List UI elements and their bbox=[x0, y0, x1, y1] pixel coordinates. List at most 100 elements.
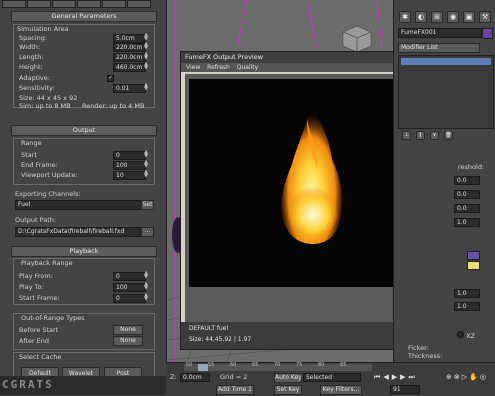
strip-button[interactable] bbox=[77, 0, 101, 8]
color-swatch-yellow[interactable] bbox=[467, 261, 480, 270]
param-field[interactable]: 0.0 bbox=[454, 176, 480, 185]
play-icon[interactable]: ▶ bbox=[392, 373, 400, 381]
auto-key-button[interactable]: Auto Key bbox=[274, 373, 302, 383]
motion-tab-icon[interactable]: ◉ bbox=[447, 11, 459, 23]
before-start-dropdown[interactable]: None bbox=[113, 325, 143, 335]
color-swatch-purple[interactable] bbox=[467, 251, 480, 260]
key-filters-button[interactable]: Key Filters... bbox=[320, 385, 362, 395]
spinner-icon[interactable]: ▲ ▼ bbox=[144, 62, 148, 71]
radio-xz[interactable]: XZ bbox=[457, 331, 475, 340]
object-name-field[interactable]: FumeFX001 bbox=[398, 28, 482, 38]
select-cache-label: Select Cache bbox=[19, 353, 62, 361]
tick-label: 75 bbox=[296, 362, 303, 368]
playback-controls: ⏮◀▶▶⏭ bbox=[374, 373, 418, 382]
spinner-icon[interactable]: ▲ ▼ bbox=[144, 160, 148, 169]
before-start-label: Before Start bbox=[19, 326, 59, 334]
param-field[interactable]: 1.0 bbox=[454, 289, 480, 298]
param-field[interactable]: 0.0 bbox=[454, 204, 480, 213]
spinner-icon[interactable]: ▲ ▼ bbox=[144, 293, 148, 302]
sensitivity-field[interactable]: 0.01 bbox=[113, 84, 146, 93]
spinner-icon[interactable]: ▲ ▼ bbox=[144, 52, 148, 61]
remove-modifier-icon[interactable]: 🗑 bbox=[444, 131, 453, 140]
height-field[interactable]: 460.0cm bbox=[113, 63, 146, 72]
make-unique-icon[interactable]: ∨ bbox=[430, 131, 439, 140]
spinner-icon[interactable]: ▲ ▼ bbox=[144, 282, 148, 291]
viewport-update-label: Viewport Update: bbox=[21, 171, 78, 179]
strip-button[interactable] bbox=[2, 0, 26, 8]
spinner-icon[interactable]: ▲ ▼ bbox=[144, 170, 148, 179]
strip-button[interactable] bbox=[27, 0, 51, 8]
width-field[interactable]: 220.0cm bbox=[113, 43, 146, 52]
go-to-start-icon[interactable]: ⏮ bbox=[374, 373, 383, 381]
browse-button[interactable]: ... bbox=[141, 227, 154, 237]
tick-label: 65 bbox=[252, 362, 259, 368]
strip-button[interactable] bbox=[52, 0, 76, 8]
spinner-icon[interactable]: ▲ ▼ bbox=[144, 271, 148, 280]
utilities-tab-icon[interactable]: ⚒ bbox=[479, 11, 491, 23]
range-label: Range bbox=[21, 139, 42, 147]
spinner-icon[interactable]: ▲ ▼ bbox=[144, 33, 148, 42]
spinner-icon[interactable]: ▲ ▼ bbox=[144, 42, 148, 51]
menu-view[interactable]: View bbox=[186, 64, 200, 71]
width-label: Width: bbox=[19, 43, 41, 51]
channels-field[interactable]: Fuel bbox=[15, 200, 142, 210]
sim-memory-readout: Sim: up to 8 MB bbox=[19, 102, 71, 110]
set-key-button[interactable]: Set Key bbox=[274, 385, 302, 395]
param-field[interactable]: 0.0 bbox=[454, 190, 480, 199]
go-to-end-icon[interactable]: ⏭ bbox=[408, 373, 417, 381]
pin-stack-icon[interactable]: ⊥ bbox=[402, 131, 411, 140]
previous-frame-icon[interactable]: ◀ bbox=[383, 373, 391, 381]
current-frame-field[interactable]: 91 bbox=[390, 385, 420, 394]
play-from-label: Play From: bbox=[19, 272, 53, 280]
menu-quality[interactable]: Quality bbox=[237, 64, 258, 71]
pan-icon[interactable]: ✋ bbox=[469, 373, 480, 381]
spacing-label: Spacing: bbox=[19, 34, 48, 42]
general-parameters-header[interactable]: General Parameters bbox=[11, 11, 157, 22]
param-field[interactable]: 1.0 bbox=[454, 218, 480, 227]
end-frame-field[interactable]: 100 bbox=[113, 161, 146, 170]
start-field[interactable]: 0 bbox=[113, 151, 146, 160]
spacing-field[interactable]: 5.0cm bbox=[113, 34, 146, 43]
timeline-ruler: 50 55 60 65 70 75 80 85 bbox=[186, 362, 366, 370]
start-frame-field[interactable]: 0 bbox=[113, 294, 146, 303]
length-field[interactable]: 220.0cm bbox=[113, 53, 146, 62]
after-end-dropdown[interactable]: None bbox=[113, 336, 143, 346]
playback-header[interactable]: Playback bbox=[11, 246, 157, 257]
modify-panel: ✱ ◐ ⊞ ◉ ▣ ⚒ FumeFX001 Modifier List ⊥ ∥ … bbox=[393, 0, 495, 362]
zoom-icon[interactable]: ⊕ bbox=[446, 373, 454, 381]
spinner-icon[interactable]: ▲ ▼ bbox=[144, 150, 148, 159]
output-path-field[interactable]: D:\CgratsFxData\fireball\fireball.fxd bbox=[15, 227, 142, 237]
set-channels-button[interactable]: Set bbox=[141, 200, 154, 210]
hierarchy-tab-icon[interactable]: ⊞ bbox=[431, 11, 443, 23]
show-end-result-icon[interactable]: ∥ bbox=[416, 131, 425, 140]
play-to-field[interactable]: 100 bbox=[113, 283, 146, 292]
play-to-label: Play To: bbox=[19, 283, 44, 291]
radio-xz-label: XZ bbox=[466, 332, 475, 340]
modifier-stack[interactable] bbox=[398, 55, 494, 129]
tick-label: 85 bbox=[340, 362, 347, 368]
object-color-swatch[interactable] bbox=[482, 28, 493, 39]
viewport-update-field[interactable]: 10 bbox=[113, 171, 146, 180]
zoom-all-icon[interactable]: ⊗ bbox=[454, 373, 462, 381]
spinner-icon[interactable]: ▲ ▼ bbox=[144, 83, 148, 92]
display-tab-icon[interactable]: ▣ bbox=[463, 11, 475, 23]
grid-readout: Grid = 2 bbox=[220, 373, 248, 381]
key-set-dropdown[interactable]: Selected bbox=[303, 373, 361, 382]
create-tab-icon[interactable]: ✱ bbox=[399, 11, 411, 23]
command-rollout-panel: General Parameters Simulation Area Spaci… bbox=[0, 0, 167, 395]
strip-button[interactable] bbox=[102, 0, 126, 8]
modifier-list-dropdown[interactable]: Modifier List bbox=[398, 43, 480, 53]
coord-z-field[interactable]: 0.0cm bbox=[180, 373, 210, 382]
play-from-field[interactable]: 0 bbox=[113, 272, 146, 281]
strip-button[interactable] bbox=[127, 0, 151, 8]
output-header[interactable]: Output bbox=[11, 125, 157, 136]
exporting-channels-label: Exporting Channels: bbox=[15, 190, 81, 198]
param-field[interactable]: 1.0 bbox=[454, 302, 480, 311]
adaptive-checkbox[interactable]: ✓ bbox=[107, 75, 114, 82]
menu-refresh[interactable]: Refresh bbox=[207, 64, 230, 71]
orbit-icon[interactable]: ◎ bbox=[480, 373, 488, 381]
add-time-tag-button[interactable]: Add Time 1 bbox=[216, 385, 254, 395]
sensitivity-label: Sensitivity: bbox=[19, 84, 55, 92]
modifier-stack-selected[interactable] bbox=[401, 58, 491, 65]
modify-tab-icon[interactable]: ◐ bbox=[415, 11, 427, 23]
